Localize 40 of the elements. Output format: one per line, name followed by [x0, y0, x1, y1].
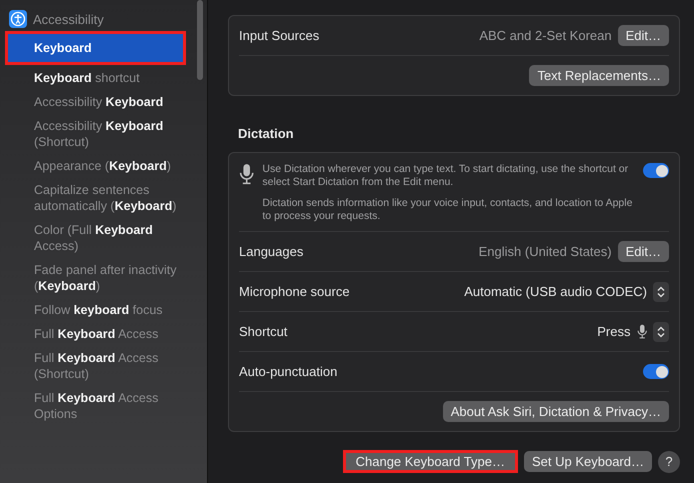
- footer-button[interactable]: Change Keyboard Type…: [342, 450, 518, 473]
- row-value: ABC and 2-Set Korean: [479, 28, 612, 43]
- description-text: Use Dictation wherever you can type text. To start dictating, use the shortcut or select Start Dictation from the Edit menu.: [262, 163, 630, 189]
- action-button[interactable]: About Ask Siri, Dictation & Privacy…: [442, 401, 669, 422]
- row-label: Shortcut: [239, 324, 288, 339]
- sidebar-item[interactable]: Accessibility Keyboard: [8, 90, 183, 114]
- sidebar-item[interactable]: Keyboard: [8, 34, 183, 62]
- action-button[interactable]: Text Replacements…: [529, 65, 669, 86]
- row-label: Auto-punctuation: [239, 364, 338, 379]
- help-button[interactable]: ?: [658, 450, 680, 472]
- edit-button[interactable]: Edit…: [618, 25, 669, 46]
- sidebar-item[interactable]: Fade panel after inactivity (Keyboard): [8, 258, 183, 298]
- stepper-icon[interactable]: [653, 282, 669, 302]
- row-label: Microphone source: [239, 284, 350, 299]
- sidebar-item[interactable]: Follow keyboard focus: [8, 298, 183, 322]
- row-value: English (United States): [478, 244, 612, 259]
- sidebar-item[interactable]: Keyboard shortcut: [8, 66, 183, 90]
- privacy-note: Dictation sends information like your voice input, contacts, and location to Apple to process your requests.: [262, 197, 634, 223]
- sidebar-item[interactable]: Capitalize sentences automatically (Keyboard): [8, 178, 183, 218]
- sidebar-item[interactable]: Appearance (Keyboard): [8, 154, 183, 178]
- accessibility-icon: [9, 10, 27, 28]
- toggle-switch[interactable]: [643, 163, 669, 178]
- row-label: Languages: [239, 244, 304, 259]
- sidebar-item[interactable]: Full Keyboard Access: [8, 322, 183, 346]
- footer-button[interactable]: Set Up Keyboard…: [524, 451, 652, 472]
- stepper-icon[interactable]: [653, 322, 669, 342]
- microphone-icon: [636, 324, 647, 339]
- scrollbar[interactable]: [197, 0, 203, 80]
- popup-value[interactable]: Press: [597, 324, 630, 339]
- edit-button[interactable]: Edit…: [618, 241, 669, 262]
- sidebar-item[interactable]: Accessibility Keyboard (Shortcut): [8, 114, 183, 154]
- sidebar-section-title: Accessibility: [33, 12, 104, 26]
- sidebar-item[interactable]: Color (Full Keyboard Access): [8, 218, 183, 258]
- row-label: Input Sources: [239, 28, 320, 43]
- toggle-switch[interactable]: [643, 364, 669, 379]
- section-heading: Dictation: [237, 125, 295, 143]
- sidebar-item[interactable]: Full Keyboard Access Options: [8, 386, 183, 426]
- popup-value[interactable]: Automatic (USB audio CODEC): [464, 284, 647, 299]
- microphone-icon: [239, 163, 254, 185]
- sidebar-item[interactable]: Full Keyboard Access (Shortcut): [8, 346, 183, 386]
